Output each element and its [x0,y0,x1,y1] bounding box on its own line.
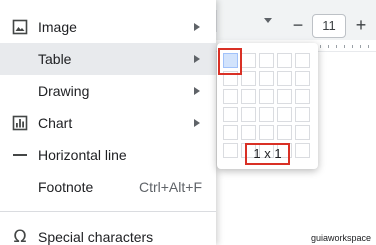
ruler-tick [336,45,337,48]
table-grid-cell[interactable] [259,53,274,68]
table-grid-cell[interactable] [241,125,256,140]
table-grid-cell[interactable] [259,107,274,122]
menu-item-label: Image [38,19,77,35]
table-grid-cell[interactable] [241,107,256,122]
menu-item-table[interactable]: Table [0,43,216,75]
menu-item-label: Chart [38,115,73,131]
table-grid-cell[interactable] [259,125,274,140]
ruler-tick [360,45,361,48]
table-grid-cell[interactable] [223,125,238,140]
table-grid-cell[interactable] [277,125,292,140]
watermark: guiaworkspace [311,233,372,243]
table-grid-cell[interactable] [295,53,310,68]
submenu-arrow-icon [194,23,200,31]
ruler-tick [352,45,353,48]
table-grid-cell[interactable] [277,89,292,104]
font-size-input[interactable]: 11 [312,14,346,38]
ruler-tick [320,45,321,48]
table-grid-cell[interactable] [259,71,274,86]
increase-font-size-button[interactable]: + [349,14,373,38]
submenu-arrow-icon [194,55,200,63]
table-grid-cell[interactable] [223,107,238,122]
menu-item-image[interactable]: Image [0,11,216,43]
menu-item-special-characters[interactable]: Ω Special characters [0,221,216,245]
table-grid-cell[interactable] [277,71,292,86]
highlight-selected-cell [218,48,242,75]
table-grid-cell[interactable] [259,89,274,104]
footnote-shortcut: Ctrl+Alt+F [138,179,202,195]
table-grid-cell[interactable] [241,71,256,86]
decrease-font-size-button[interactable]: − [286,15,310,39]
table-grid-cell[interactable] [223,143,238,158]
menu-item-label: Table [38,51,72,67]
menu-item-label: Horizontal line [38,147,127,163]
ruler-tick [344,45,345,48]
table-grid-cell[interactable] [295,89,310,104]
menu-item-drawing[interactable]: Drawing [0,75,216,107]
table-grid-cell[interactable] [241,89,256,104]
menu-item-chart[interactable]: Chart [0,107,216,139]
menu-item-footnote[interactable]: Footnote Ctrl+Alt+F [0,171,216,203]
table-dimensions-label: 1 x 1 [245,143,290,165]
menu-item-label: Drawing [38,83,90,99]
table-grid-cell[interactable] [241,53,256,68]
table-grid-cell[interactable] [295,125,310,140]
table-grid-cell[interactable] [295,107,310,122]
table-grid-cell[interactable] [295,71,310,86]
horizontal-line-icon [11,146,29,164]
menu-item-label: Special characters [38,229,154,245]
ruler-tick [368,45,369,48]
font-dropdown-caret-icon[interactable] [262,14,274,26]
table-grid-cell[interactable] [277,107,292,122]
submenu-arrow-icon [194,87,200,95]
image-icon [11,18,29,36]
submenu-arrow-icon [194,119,200,127]
insert-menu: Image Table Drawing Chart Horizontal lin… [0,0,216,245]
menu-item-horizontal-line[interactable]: Horizontal line [0,139,216,171]
toolbar-divider [216,10,217,32]
menu-divider [0,211,216,212]
table-grid-cell[interactable] [223,89,238,104]
chart-icon [11,114,29,132]
omega-icon: Ω [13,227,27,245]
menu-item-label: Footnote [38,179,94,195]
table-grid-cell[interactable] [277,53,292,68]
ruler-tick [328,45,329,48]
table-grid-cell[interactable] [295,143,310,158]
